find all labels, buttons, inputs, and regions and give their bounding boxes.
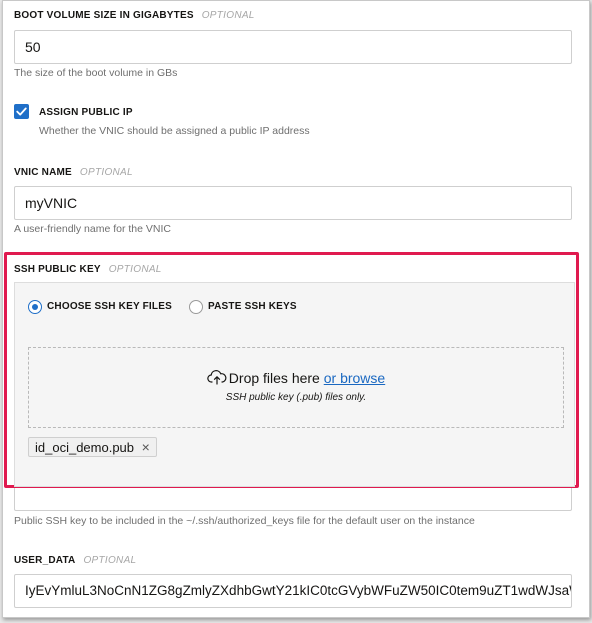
instance-form-panel: BOOT VOLUME SIZE IN GIGABYTES OPTIONAL 50… [2,0,590,618]
boot-volume-label-text: BOOT VOLUME SIZE IN GIGABYTES [14,10,194,21]
vnic-name-help: A user-friendly name for the VNIC [14,223,171,235]
drop-zone-message: Drop files here or browse [29,369,563,386]
uploaded-file-name: id_oci_demo.pub [35,440,135,455]
user-data-label: USER_DATA OPTIONAL [14,555,136,566]
vnic-name-input[interactable]: myVNIC [14,186,572,220]
boot-volume-size-input[interactable]: 50 [14,30,572,64]
optional-tag: OPTIONAL [201,10,255,21]
paste-ssh-keys-label[interactable]: PASTE SSH KEYS [208,301,297,312]
assign-public-ip-label: ASSIGN PUBLIC IP [39,107,133,118]
ssh-public-key-section: SSH PUBLIC KEY OPTIONAL CHOOSE SSH KEY FI… [4,252,579,488]
optional-tag: OPTIONAL [83,555,137,566]
checkmark-icon [16,107,27,116]
choose-ssh-key-files-label[interactable]: CHOOSE SSH KEY FILES [47,301,172,312]
user-data-value: IyEvYmluL3NoCnN1ZG8gZmlyZXdhbGwtY21kIC0t… [25,583,572,598]
drop-zone-hint: SSH public key (.pub) files only. [225,392,367,403]
optional-tag: OPTIONAL [108,264,162,275]
browse-link[interactable]: or browse [324,370,385,386]
vnic-name-label-text: VNIC NAME [14,167,72,178]
cloud-upload-icon [207,370,227,385]
vnic-name-value: myVNIC [25,195,78,211]
optional-tag: OPTIONAL [79,167,133,178]
assign-public-ip-help: Whether the VNIC should be assigned a pu… [39,125,310,137]
ssh-key-help: Public SSH key to be included in the ~/.… [14,515,475,527]
file-drop-zone[interactable]: Drop files here or browse SSH public key… [28,347,564,428]
drop-files-text: Drop files here [228,370,320,386]
remove-file-icon[interactable]: × [142,439,150,455]
ssh-key-input-panel: CHOOSE SSH KEY FILES PASTE SSH KEYS Drop… [14,282,575,487]
uploaded-file-chip: id_oci_demo.pub × [28,437,157,457]
choose-ssh-key-files-radio[interactable] [28,300,42,314]
boot-volume-size-value: 50 [25,39,41,55]
assign-public-ip-checkbox[interactable] [14,104,29,119]
ssh-public-key-label-text: SSH PUBLIC KEY [14,264,101,275]
vnic-name-label: VNIC NAME OPTIONAL [14,167,133,178]
ssh-public-key-label: SSH PUBLIC KEY OPTIONAL [14,264,162,275]
user-data-input[interactable]: IyEvYmluL3NoCnN1ZG8gZmlyZXdhbGwtY21kIC0t… [14,574,572,608]
user-data-label-text: USER_DATA [14,555,76,566]
paste-ssh-keys-radio[interactable] [189,300,203,314]
boot-volume-label: BOOT VOLUME SIZE IN GIGABYTES OPTIONAL [14,10,255,21]
boot-volume-help: The size of the boot volume in GBs [14,67,178,79]
